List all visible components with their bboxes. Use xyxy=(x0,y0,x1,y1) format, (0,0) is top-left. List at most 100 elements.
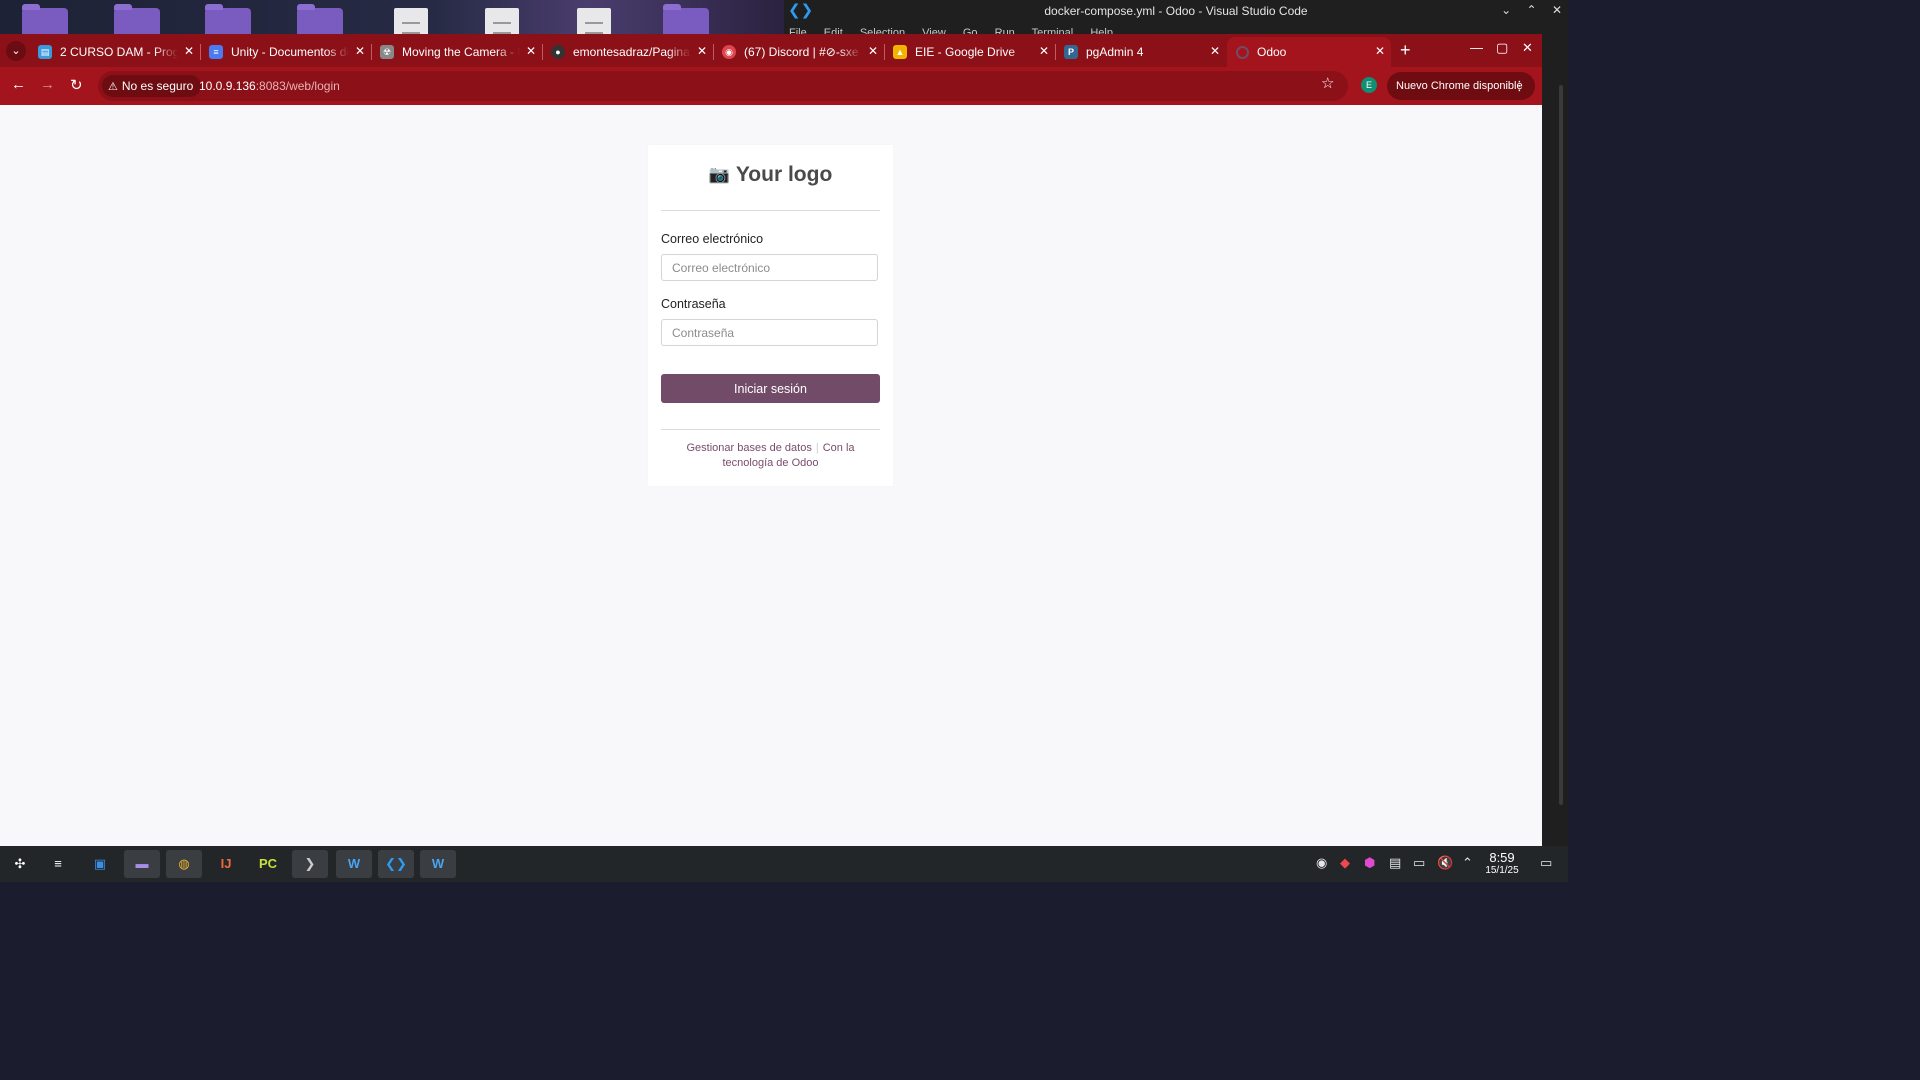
tab-google-drive[interactable]: ▲ EIE - Google Drive ✕ xyxy=(885,37,1055,67)
minimize-button[interactable]: — xyxy=(1470,40,1483,55)
tab-curso-dam[interactable]: ▤ 2 CURSO DAM - Progra ✕ xyxy=(30,37,200,67)
browser-toolbar: ← → ↻ ⚠ No es seguro 10.0.9.136:8083/web/… xyxy=(0,67,1542,105)
network-icon[interactable]: ▭ xyxy=(1413,855,1425,871)
discover-store-icon[interactable]: ▣ xyxy=(82,850,118,878)
tab-github[interactable]: ● emontesadraz/Paginat ✕ xyxy=(543,37,713,67)
tab-title: EIE - Google Drive xyxy=(915,45,1016,59)
tab-discord[interactable]: ◉ (67) Discord | #⊘-sxe ✕ xyxy=(714,37,884,67)
close-icon[interactable]: ✕ xyxy=(1039,44,1049,58)
bookmark-star-icon[interactable]: ☆ xyxy=(1321,74,1334,92)
task-manager-icon[interactable]: ≡ xyxy=(40,850,76,878)
vscode-taskbar-icon[interactable]: ❮❯ xyxy=(378,850,414,878)
reload-icon[interactable]: ↻ xyxy=(70,76,83,94)
url-host: 10.0.9.136 xyxy=(199,79,256,93)
tab-pgadmin[interactable]: P pgAdmin 4 ✕ xyxy=(1056,37,1226,67)
close-icon[interactable]: ✕ xyxy=(355,44,365,58)
radiation-icon: ☢ xyxy=(380,45,394,59)
tab-moving-camera[interactable]: ☢ Moving the Camera - U ✕ xyxy=(372,37,542,67)
close-icon[interactable]: ✕ xyxy=(526,44,536,58)
company-logo[interactable]: 📷 Your logo xyxy=(648,163,893,187)
tab-title: (67) Discord | #⊘-sxe xyxy=(744,45,859,59)
accessibility-icon[interactable]: ◉ xyxy=(1316,855,1327,871)
tab-unity-docs[interactable]: ≡ Unity - Documentos de ✕ xyxy=(201,37,371,67)
taskbar: ✣ ≡ ▣ ▬ ◍ IJ PC ❯ W ❮❯ W ◉ ◆ ⬢ ▤ ▭ 🔇 ⌃ 8… xyxy=(0,846,1568,882)
tab-title: Moving the Camera - U xyxy=(402,45,520,59)
tab-odoo[interactable]: Odoo ✕ xyxy=(1227,37,1391,67)
forward-arrow-icon[interactable]: → xyxy=(40,76,55,93)
system-clock[interactable]: 8:59 15/1/25 xyxy=(1480,850,1524,876)
maximize-icon: ▢ xyxy=(1496,40,1509,55)
vscode-scrollbar[interactable] xyxy=(1542,40,1568,846)
chrome-icon[interactable]: ◍ xyxy=(166,850,202,878)
camera-icon: 📷 xyxy=(708,165,730,184)
plus-icon: + xyxy=(1400,40,1411,60)
security-chip[interactable]: ⚠ No es seguro xyxy=(102,75,202,97)
link-separator: | xyxy=(815,442,819,454)
close-icon[interactable]: ✕ xyxy=(868,44,878,58)
vscode-window-title: docker-compose.yml - Odoo - Visual Studi… xyxy=(1044,4,1308,18)
writer-icon[interactable]: W xyxy=(420,850,456,878)
password-label: Contraseña xyxy=(661,297,726,311)
tab-title: Odoo xyxy=(1257,45,1287,59)
url-text[interactable]: 10.0.9.136:8083/web/login xyxy=(199,79,340,93)
close-icon[interactable]: ✕ xyxy=(1210,44,1220,58)
divider xyxy=(661,210,880,211)
close-icon[interactable]: ✕ xyxy=(184,44,194,58)
jetbrains-toolbox-icon[interactable]: ⬢ xyxy=(1364,855,1375,871)
new-tab-button[interactable]: + xyxy=(1400,40,1411,61)
back-arrow-icon[interactable]: ← xyxy=(11,76,26,93)
odoo-icon xyxy=(1236,46,1249,59)
github-icon: ● xyxy=(551,45,565,59)
minimize-icon: — xyxy=(1470,40,1483,55)
tab-strip: ⌄ ▤ 2 CURSO DAM - Progra ✕ ≡ Unity - Doc… xyxy=(0,34,1542,67)
tab-search-button[interactable]: ⌄ xyxy=(6,41,26,61)
clipboard-icon[interactable]: ▤ xyxy=(1389,855,1401,871)
email-field[interactable] xyxy=(661,254,878,281)
show-desktop-icon[interactable]: ▭ xyxy=(1540,855,1552,871)
warning-icon: ⚠ xyxy=(108,81,118,93)
kebab-menu-icon: ⋮ xyxy=(1513,78,1526,93)
tab-title: emontesadraz/Paginat xyxy=(573,45,691,59)
tab-title: Unity - Documentos de xyxy=(231,45,349,59)
scrollbar-thumb[interactable] xyxy=(1559,85,1563,805)
chevron-down-icon[interactable]: ⌄ xyxy=(1501,3,1511,17)
url-path: :8083/web/login xyxy=(255,79,340,93)
close-icon[interactable]: ✕ xyxy=(697,44,707,58)
volume-icon[interactable]: 🔇 xyxy=(1437,855,1453,871)
chevron-down-icon: ⌄ xyxy=(11,45,21,57)
chrome-update-button[interactable]: Nuevo Chrome disponible ⋮ xyxy=(1387,72,1535,100)
update-label: Nuevo Chrome disponible xyxy=(1396,80,1523,92)
document-icon: ▤ xyxy=(38,45,52,59)
tab-title: pgAdmin 4 xyxy=(1086,45,1144,59)
close-icon: ✕ xyxy=(1522,40,1533,55)
login-card: 📷 Your logo Correo electrónico Contraseña… xyxy=(648,145,893,486)
address-bar[interactable]: ⚠ No es seguro 10.0.9.136:8083/web/login xyxy=(98,71,1348,101)
page-content: 📷 Your logo Correo electrónico Contraseña… xyxy=(0,105,1542,846)
login-button[interactable]: Iniciar sesión xyxy=(661,374,880,403)
anydesk-icon[interactable]: ◆ xyxy=(1340,855,1350,871)
terminal-icon[interactable]: ❯ xyxy=(292,850,328,878)
maximize-button[interactable]: ▢ xyxy=(1496,40,1508,56)
pgadmin-icon: P xyxy=(1064,45,1078,59)
drive-icon: ▲ xyxy=(893,45,907,59)
file-manager-icon[interactable]: ▬ xyxy=(124,850,160,878)
discord-icon: ◉ xyxy=(722,45,736,59)
logo-text: Your logo xyxy=(735,163,833,186)
intellij-icon[interactable]: IJ xyxy=(208,850,244,878)
email-label: Correo electrónico xyxy=(661,232,764,246)
app-launcher-icon[interactable]: ✣ xyxy=(2,850,38,878)
clock-date: 15/1/25 xyxy=(1485,865,1519,876)
pycharm-icon[interactable]: PC xyxy=(250,850,286,878)
password-field[interactable] xyxy=(661,319,878,346)
manage-databases-link[interactable]: Gestionar bases de datos xyxy=(686,442,811,454)
writer-icon[interactable]: W xyxy=(336,850,372,878)
close-icon[interactable]: ✕ xyxy=(1552,3,1562,17)
profile-avatar[interactable]: E xyxy=(1361,77,1377,93)
chevron-up-icon[interactable]: ⌃ xyxy=(1462,855,1473,871)
login-footer: Gestionar bases de datos | Con la tecnolog… xyxy=(661,441,880,471)
tab-title: 2 CURSO DAM - Progra xyxy=(60,45,178,59)
chevron-up-icon[interactable]: ⌃ xyxy=(1527,3,1537,17)
close-window-button[interactable]: ✕ xyxy=(1522,40,1533,56)
vscode-window-controls: ⌄ ⌃ ✕ xyxy=(1489,3,1562,17)
close-icon[interactable]: ✕ xyxy=(1375,44,1385,58)
